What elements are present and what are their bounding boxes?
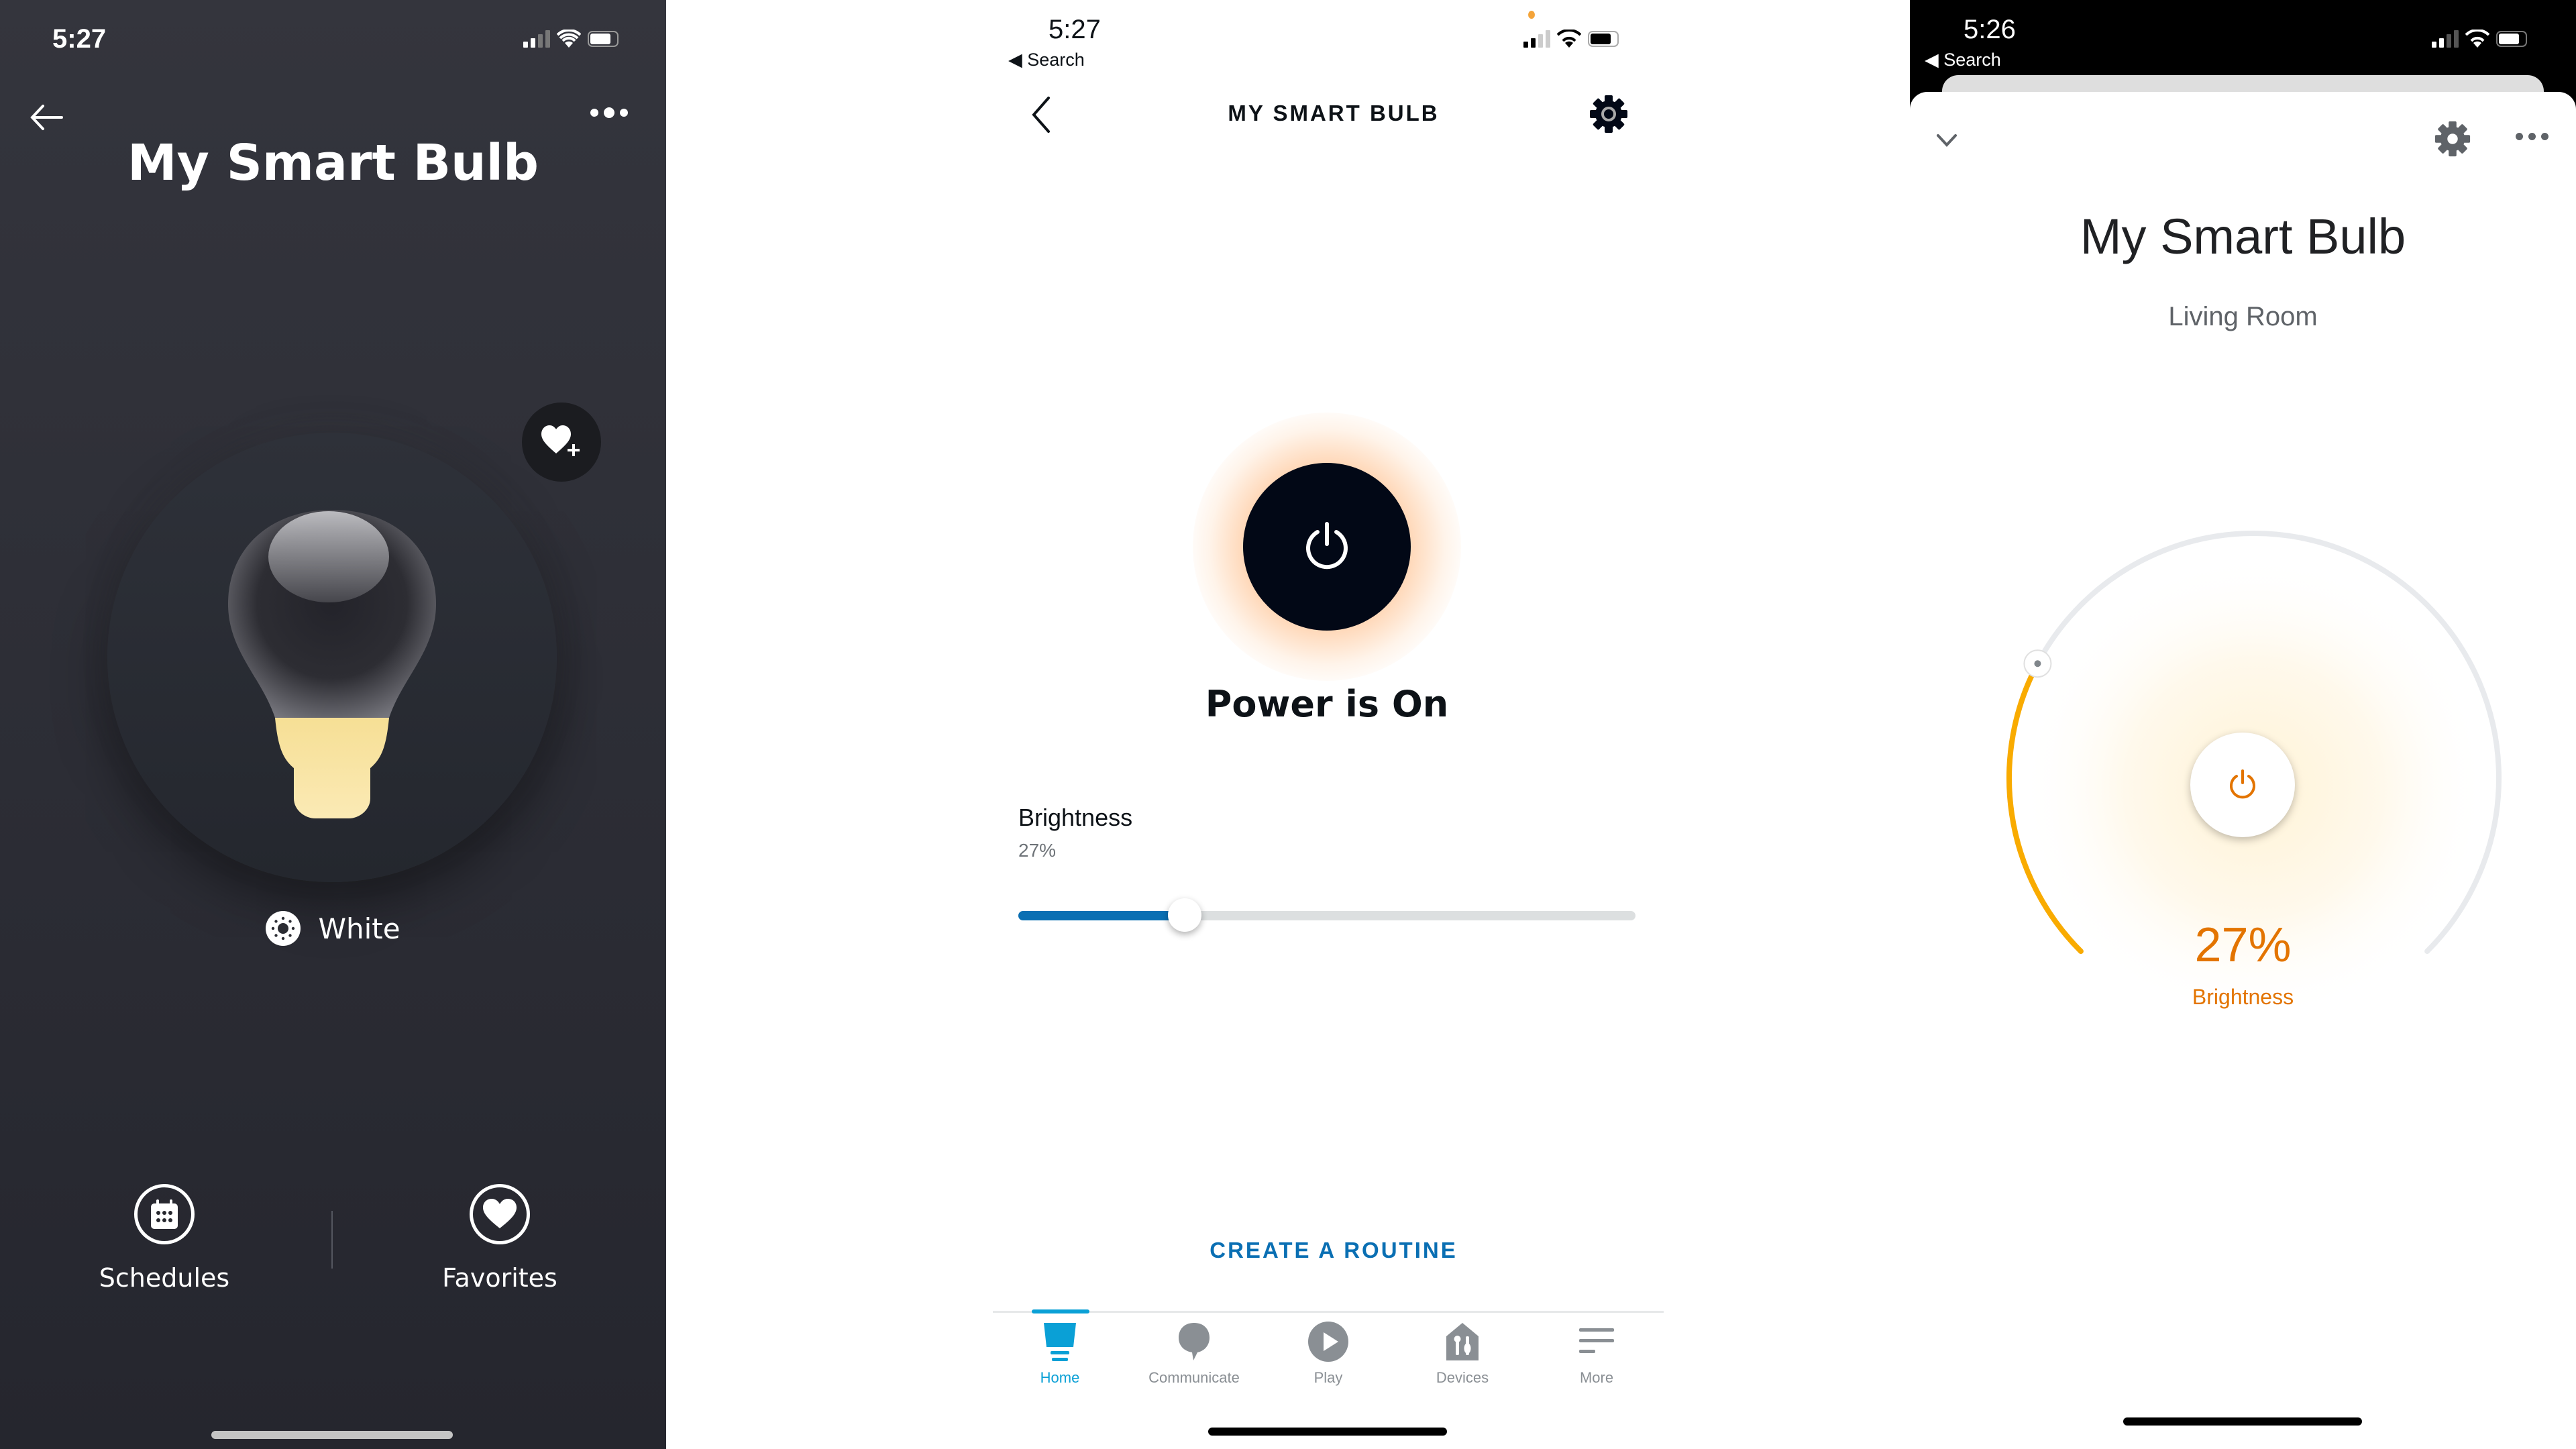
nav-devices[interactable]: Devices	[1395, 1318, 1529, 1392]
home-icon	[1036, 1318, 1083, 1365]
heart-icon	[470, 1184, 530, 1244]
color-mode[interactable]: White	[0, 911, 666, 946]
smart-life-panel: 5:27 My Smart Bulb White Schedules Favor…	[0, 0, 666, 1449]
status-time: 5:27	[52, 24, 107, 54]
brightness-percent: 27%	[2194, 918, 2292, 972]
home-indicator[interactable]	[211, 1431, 453, 1439]
nav-label: More	[1579, 1369, 1614, 1386]
more-button[interactable]	[2516, 133, 2548, 140]
more-button[interactable]	[590, 107, 628, 118]
power-icon	[1306, 522, 1348, 570]
header-title: MY SMART BULB	[1228, 101, 1440, 125]
brightness-label: Brightness	[1018, 804, 1133, 831]
nav-divider	[993, 1311, 1664, 1313]
status-time: 5:27	[1049, 15, 1101, 44]
chevron-down-icon[interactable]	[1930, 127, 1964, 154]
device-title: My Smart Bulb	[2080, 209, 2406, 264]
triangle-left-icon: ◀	[1925, 50, 1944, 70]
wifi-icon	[1557, 30, 1581, 48]
gear-icon[interactable]	[2433, 119, 2472, 158]
back-app-label: Search	[1943, 50, 2001, 70]
create-routine-link[interactable]: CREATE A ROUTINE	[666, 1238, 2001, 1263]
brightness-label: Brightness	[2192, 985, 2294, 1009]
status-icons	[523, 30, 619, 48]
play-icon	[1305, 1318, 1352, 1365]
signal-icon	[523, 30, 550, 48]
devices-icon	[1439, 1318, 1486, 1365]
nav-active-indicator	[1032, 1309, 1089, 1313]
signal-icon	[2432, 30, 2459, 48]
battery-icon	[588, 31, 619, 47]
add-favorite-button[interactable]	[522, 402, 601, 482]
action-divider	[331, 1211, 333, 1269]
power-status: Power is On	[1205, 683, 1449, 725]
nav-home[interactable]: Home	[993, 1318, 1127, 1392]
color-mode-label: White	[318, 912, 400, 945]
heart-plus-icon	[541, 425, 580, 456]
arrow-left-icon[interactable]	[27, 101, 67, 134]
nav-label: Play	[1313, 1369, 1343, 1386]
room-label: Living Room	[2168, 302, 2318, 331]
more-horizontal-icon	[2516, 133, 2548, 140]
wifi-icon	[557, 30, 581, 48]
mic-indicator	[1528, 11, 1535, 19]
power-icon	[2230, 769, 2255, 799]
calendar-icon	[134, 1184, 195, 1244]
power-button[interactable]	[2190, 733, 2295, 837]
menu-icon	[1573, 1318, 1620, 1365]
home-indicator[interactable]	[2123, 1417, 2362, 1426]
triangle-left-icon: ◀	[1008, 50, 1028, 70]
back-to-search[interactable]: ◀ Search	[1008, 50, 1085, 70]
google-home-panel: 5:26 ◀ Search My Smart Bulb Living Room …	[1910, 0, 2576, 1449]
brightness-slider[interactable]	[1018, 898, 1635, 932]
slider-fill	[1018, 911, 1185, 920]
gear-icon[interactable]	[1589, 94, 1629, 134]
sun-icon	[266, 911, 301, 946]
action-bar: Schedules Favorites	[0, 1184, 666, 1305]
light-bulb-icon	[228, 510, 436, 818]
favorites-button[interactable]: Favorites	[399, 1184, 600, 1293]
schedules-label: Schedules	[99, 1263, 230, 1293]
nav-label: Devices	[1436, 1369, 1489, 1386]
signal-icon	[1523, 30, 1550, 48]
slider-thumb[interactable]	[1168, 898, 1202, 932]
nav-communicate[interactable]: Communicate	[1127, 1318, 1261, 1392]
more-horizontal-icon	[590, 107, 628, 118]
home-indicator[interactable]	[1208, 1428, 1447, 1436]
schedules-button[interactable]: Schedules	[64, 1184, 265, 1293]
power-button[interactable]	[1243, 463, 1411, 631]
alexa-panel: 5:27 ◀ Search MY SMART BULB Power is On …	[666, 0, 1910, 1449]
nav-label: Communicate	[1148, 1369, 1240, 1386]
bottom-nav: Home Communicate Play Devices More	[993, 1318, 1664, 1392]
battery-icon	[1588, 31, 1619, 47]
back-to-search[interactable]: ◀ Search	[1925, 50, 2001, 70]
back-app-label: Search	[1027, 50, 1085, 70]
nav-play[interactable]: Play	[1261, 1318, 1395, 1392]
favorites-label: Favorites	[442, 1263, 557, 1293]
nav-label: Home	[1040, 1369, 1080, 1386]
status-icons	[1523, 30, 1619, 48]
dial-thumb[interactable]	[2023, 649, 2052, 678]
wifi-icon	[2465, 30, 2489, 48]
brightness-value: 27%	[1018, 840, 1057, 861]
status-icons	[2432, 30, 2527, 48]
battery-icon	[2496, 31, 2527, 47]
chat-bubble-icon	[1171, 1318, 1218, 1365]
status-time: 5:26	[1964, 15, 2016, 44]
device-title: My Smart Bulb	[127, 134, 539, 192]
nav-more[interactable]: More	[1529, 1318, 1664, 1392]
